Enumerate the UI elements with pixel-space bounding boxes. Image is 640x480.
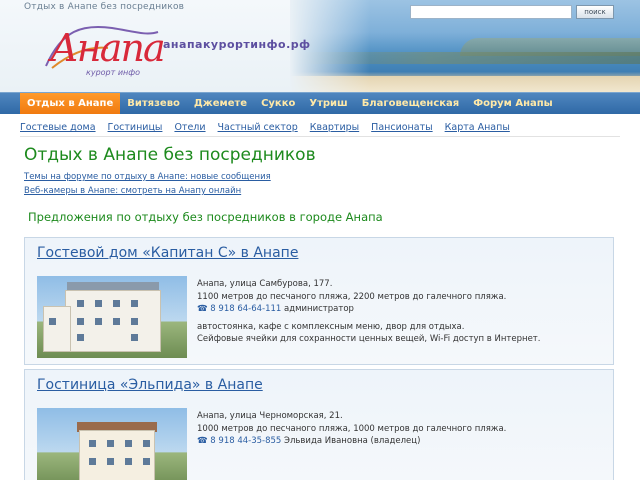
listing-details: Анапа, улица Черноморская, 21. 1000 метр… bbox=[197, 410, 607, 448]
nav-item-blagoveshchenskaya[interactable]: Благовещенская bbox=[355, 93, 467, 114]
listing-features: автостоянка, кафе с комплексным меню, дв… bbox=[197, 321, 465, 332]
listing-card: Гостевой дом «Капитан С» в Анапе Анапа, … bbox=[24, 237, 614, 365]
nav-item-sukko[interactable]: Сукко bbox=[254, 93, 302, 114]
forum-topics-link[interactable]: Темы на форуме по отдыху в Анапе: новые … bbox=[24, 172, 271, 182]
subnav-hotels-gostinitsy[interactable]: Гостиницы bbox=[108, 122, 163, 133]
listing-address: Анапа, улица Черноморская, 21. bbox=[197, 411, 343, 421]
nav-item-utrish[interactable]: Утриш bbox=[302, 93, 354, 114]
site-logo[interactable]: Анапа курорт инфо bbox=[22, 12, 166, 77]
nav-item-anapa-rest[interactable]: Отдых в Анапе bbox=[20, 93, 121, 114]
search-input[interactable] bbox=[410, 5, 572, 19]
listing-phone-row: ☎ 8 918 44-35-855 Эльвида Ивановна (влад… bbox=[197, 435, 607, 448]
listing-phone-row: ☎ 8 918 64-64-111 администратор bbox=[197, 303, 607, 316]
site-tagline: Отдых в Анапе без посредников bbox=[24, 2, 185, 12]
nav-item-forum[interactable]: Форум Анапы bbox=[466, 93, 559, 114]
nav-item-dzhemete[interactable]: Джемете bbox=[187, 93, 254, 114]
webcams-link[interactable]: Веб-камеры в Анапе: смотреть на Анапу он… bbox=[24, 186, 241, 196]
subnav-boarding-houses[interactable]: Пансионаты bbox=[371, 122, 432, 133]
nav-item-vityazevo[interactable]: Витязево bbox=[120, 93, 187, 114]
page-title: Отдых в Анапе без посредников bbox=[24, 145, 316, 165]
phone-icon: ☎ bbox=[197, 304, 208, 314]
listing-features-extra: Сейфовые ячейки для сохранности ценных в… bbox=[197, 334, 541, 344]
listing-photo[interactable] bbox=[37, 408, 187, 480]
offers-heading: Предложения по отдыху без посредников в … bbox=[28, 210, 383, 224]
listing-address: Анапа, улица Самбурова, 177. bbox=[197, 279, 333, 289]
subnav-guest-houses[interactable]: Гостевые дома bbox=[20, 122, 96, 133]
site-domain-name: анапакурортинфо.рф bbox=[163, 38, 311, 51]
listing-distance: 1000 метров до песчаного пляжа, 1000 мет… bbox=[197, 423, 507, 434]
subnav-apartments[interactable]: Квартиры bbox=[310, 122, 359, 133]
search-button[interactable]: поиск bbox=[576, 5, 614, 19]
listing-phone[interactable]: 8 918 64-64-111 bbox=[210, 304, 281, 314]
category-navigation: Гостевые дома Гостиницы Отели Частный се… bbox=[20, 119, 620, 137]
logo-text: Анапа bbox=[50, 26, 166, 70]
site-header: Отдых в Анапе без посредников Анапа куро… bbox=[0, 0, 640, 92]
listing-distance: 1100 метров до песчаного пляжа, 2200 мет… bbox=[197, 291, 507, 302]
subnav-private-sector[interactable]: Частный сектор bbox=[218, 122, 298, 133]
listing-phone[interactable]: 8 918 44-35-855 bbox=[210, 436, 281, 446]
subnav-map[interactable]: Карта Анапы bbox=[445, 122, 510, 133]
phone-icon: ☎ bbox=[197, 436, 208, 446]
listing-title-link[interactable]: Гостиница «Эльпида» в Анапе bbox=[37, 377, 263, 393]
subnav-hotels-oteli[interactable]: Отели bbox=[174, 122, 205, 133]
main-navigation: Отдых в Анапе Витязево Джемете Сукко Утр… bbox=[0, 92, 640, 114]
logo-subtitle: курорт инфо bbox=[86, 68, 140, 77]
listing-title-link[interactable]: Гостевой дом «Капитан С» в Анапе bbox=[37, 245, 298, 261]
listing-card: Гостиница «Эльпида» в Анапе Анапа, улица… bbox=[24, 369, 614, 480]
listing-contact: Эльвида Ивановна (владелец) bbox=[284, 436, 421, 446]
listing-contact: администратор bbox=[284, 304, 354, 314]
listing-details: Анапа, улица Самбурова, 177. 1100 метров… bbox=[197, 278, 607, 346]
listing-photo[interactable] bbox=[37, 276, 187, 358]
